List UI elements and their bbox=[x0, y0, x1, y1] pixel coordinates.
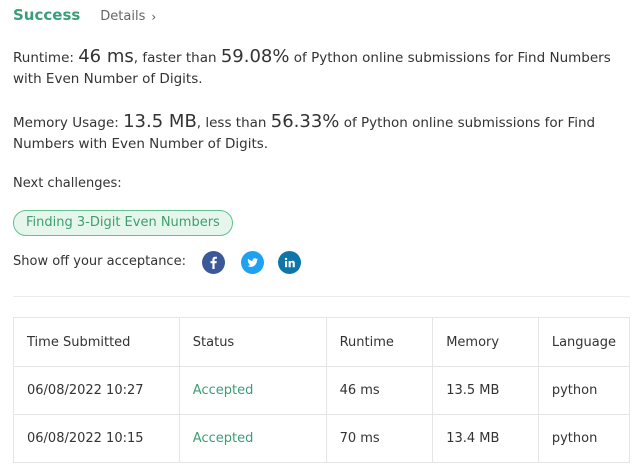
chevron-right-icon[interactable]: › bbox=[151, 10, 156, 24]
table-header-row: Time Submitted Status Runtime Memory Lan… bbox=[13, 317, 631, 367]
twitter-icon[interactable] bbox=[241, 251, 264, 274]
cell-status-link[interactable]: Accepted bbox=[178, 414, 327, 463]
memory-label: Memory Usage: bbox=[13, 115, 119, 131]
cell-time-submitted: 06/08/2022 10:15 bbox=[13, 414, 180, 463]
memory-value: 13.5 MB bbox=[123, 111, 197, 132]
runtime-value: 46 ms bbox=[78, 46, 134, 67]
submissions-table: Time Submitted Status Runtime Memory Lan… bbox=[13, 317, 631, 463]
result-header: Success Details › bbox=[13, 6, 156, 24]
submission-result-page: Success Details › Runtime: 46 ms, faster… bbox=[0, 0, 638, 464]
linkedin-icon[interactable] bbox=[278, 251, 301, 274]
cell-language: python bbox=[537, 414, 631, 463]
cell-language: python bbox=[537, 366, 631, 415]
cell-memory: 13.5 MB bbox=[432, 366, 539, 415]
table-row: 06/08/2022 10:15 Accepted 70 ms 13.4 MB … bbox=[13, 414, 631, 463]
runtime-stat: Runtime: 46 ms, faster than 59.08% of Py… bbox=[13, 46, 628, 90]
memory-comparison: , less than bbox=[196, 115, 267, 131]
memory-percent: 56.33% bbox=[270, 111, 340, 132]
header-language: Language bbox=[537, 317, 631, 367]
header-status: Status bbox=[178, 317, 327, 367]
cell-status-link[interactable]: Accepted bbox=[178, 366, 327, 415]
result-status-title: Success bbox=[13, 6, 81, 24]
details-link[interactable]: Details › bbox=[100, 9, 156, 24]
next-challenges-label: Next challenges: bbox=[13, 176, 122, 191]
cell-runtime: 70 ms bbox=[325, 414, 434, 463]
share-label: Show off your acceptance: bbox=[13, 254, 186, 269]
details-label[interactable]: Details bbox=[100, 9, 145, 24]
header-time-submitted: Time Submitted bbox=[13, 317, 180, 367]
memory-stat: Memory Usage: 13.5 MB, less than 56.33% … bbox=[13, 111, 628, 155]
runtime-percent: 59.08% bbox=[220, 46, 290, 67]
table-row: 06/08/2022 10:27 Accepted 46 ms 13.5 MB … bbox=[13, 366, 631, 415]
submissions-table-container: Time Submitted Status Runtime Memory Lan… bbox=[13, 317, 631, 463]
facebook-icon[interactable] bbox=[202, 251, 225, 274]
runtime-comparison: , faster than bbox=[133, 50, 217, 66]
cell-time-submitted: 06/08/2022 10:27 bbox=[13, 366, 180, 415]
header-runtime: Runtime bbox=[325, 317, 434, 367]
runtime-label: Runtime: bbox=[13, 50, 74, 66]
next-challenge-button[interactable]: Finding 3-Digit Even Numbers bbox=[13, 210, 233, 236]
cell-runtime: 46 ms bbox=[325, 366, 434, 415]
cell-memory: 13.4 MB bbox=[432, 414, 539, 463]
section-divider bbox=[13, 296, 630, 297]
header-memory: Memory bbox=[432, 317, 539, 367]
